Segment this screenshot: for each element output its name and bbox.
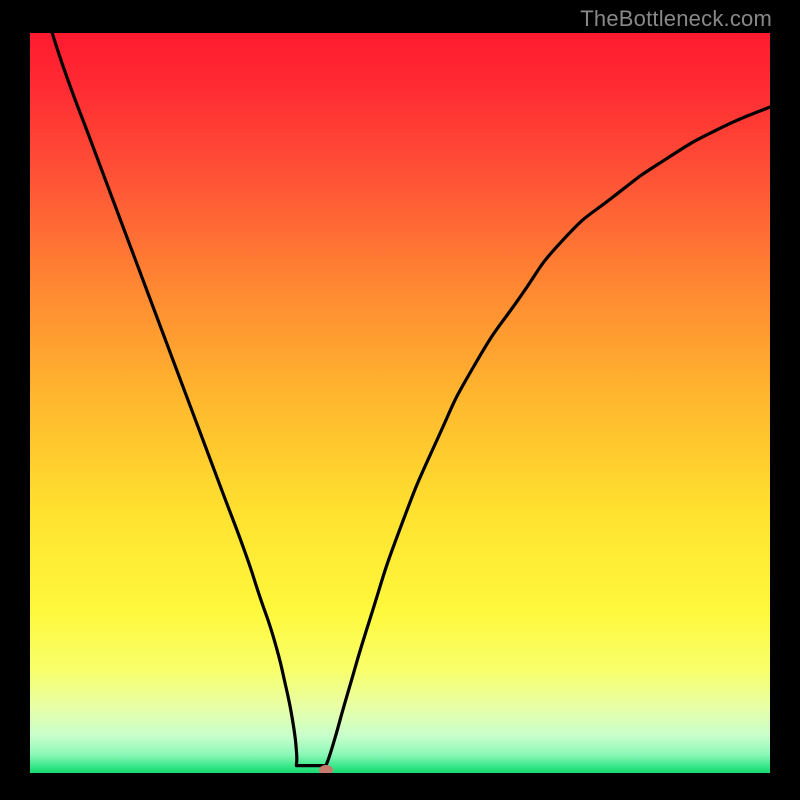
chart-frame (30, 33, 770, 773)
bottleneck-chart (30, 33, 770, 773)
watermark-text: TheBottleneck.com (580, 6, 772, 32)
chart-background (30, 33, 770, 773)
